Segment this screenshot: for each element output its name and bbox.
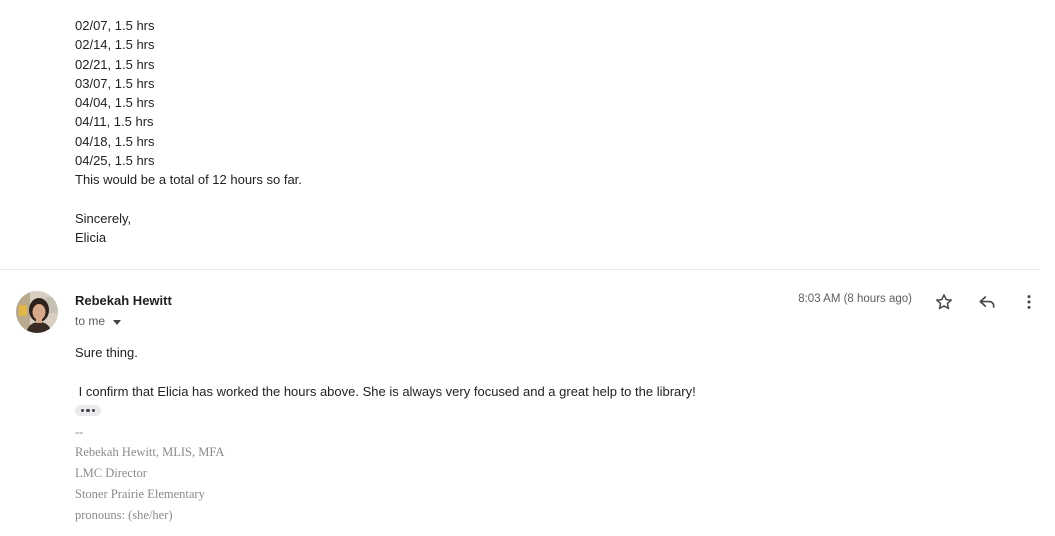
dot bbox=[80, 408, 85, 413]
hours-line: 02/07, 1.5 hrs bbox=[75, 18, 155, 33]
hours-line: 04/18, 1.5 hrs bbox=[75, 133, 155, 149]
star-button[interactable] bbox=[931, 289, 957, 315]
hours-line: 02/21, 1.5 hrs bbox=[75, 56, 155, 72]
message-divider bbox=[0, 269, 1040, 270]
star-icon bbox=[936, 294, 952, 310]
signature-title: LMC Director bbox=[75, 466, 147, 480]
avatar-photo bbox=[16, 291, 58, 333]
hours-line: 04/25, 1.5 hrs bbox=[75, 153, 155, 169]
reply-icon bbox=[979, 296, 995, 308]
recipient-line: to me bbox=[75, 314, 122, 328]
previous-message-body: 02/07, 1.5 hrs 02/14, 1.5 hrs 02/21, 1.5… bbox=[75, 16, 975, 248]
hours-line: 02/14, 1.5 hrs bbox=[75, 37, 155, 53]
reply-body: I confirm that Elicia has worked the hou… bbox=[75, 384, 696, 399]
signature-school: Stoner Prairie Elementary bbox=[75, 487, 205, 501]
sender-name[interactable]: Rebekah Hewitt bbox=[75, 293, 172, 308]
hours-line: 03/07, 1.5 hrs bbox=[75, 75, 155, 91]
hours-total: This would be a total of 12 hours so far… bbox=[75, 172, 302, 188]
chevron-down-icon[interactable] bbox=[113, 319, 122, 325]
message-timestamp: 8:03 AM (8 hours ago) bbox=[798, 293, 912, 305]
closing: Sincerely, bbox=[75, 210, 132, 226]
recipient-label: to me bbox=[75, 314, 106, 328]
hours-line: 04/11, 1.5 hrs bbox=[75, 114, 154, 130]
dot bbox=[91, 408, 96, 413]
signature-name: Rebekah Hewitt, MLIS, MFA bbox=[75, 445, 225, 459]
more-options-button[interactable] bbox=[1016, 289, 1042, 315]
more-vert-icon bbox=[1027, 295, 1031, 309]
sender-avatar[interactable] bbox=[16, 291, 58, 333]
dot bbox=[86, 408, 90, 413]
signature-separator: -- bbox=[75, 425, 84, 439]
sender-signature: Elicia bbox=[75, 230, 107, 246]
show-trimmed-content-button[interactable] bbox=[75, 405, 101, 416]
hours-line: 04/04, 1.5 hrs bbox=[75, 95, 155, 111]
reply-button[interactable] bbox=[974, 289, 1000, 315]
signature-pronouns: pronouns: (she/her) bbox=[75, 508, 173, 522]
reply-greeting: Sure thing. bbox=[75, 345, 138, 360]
